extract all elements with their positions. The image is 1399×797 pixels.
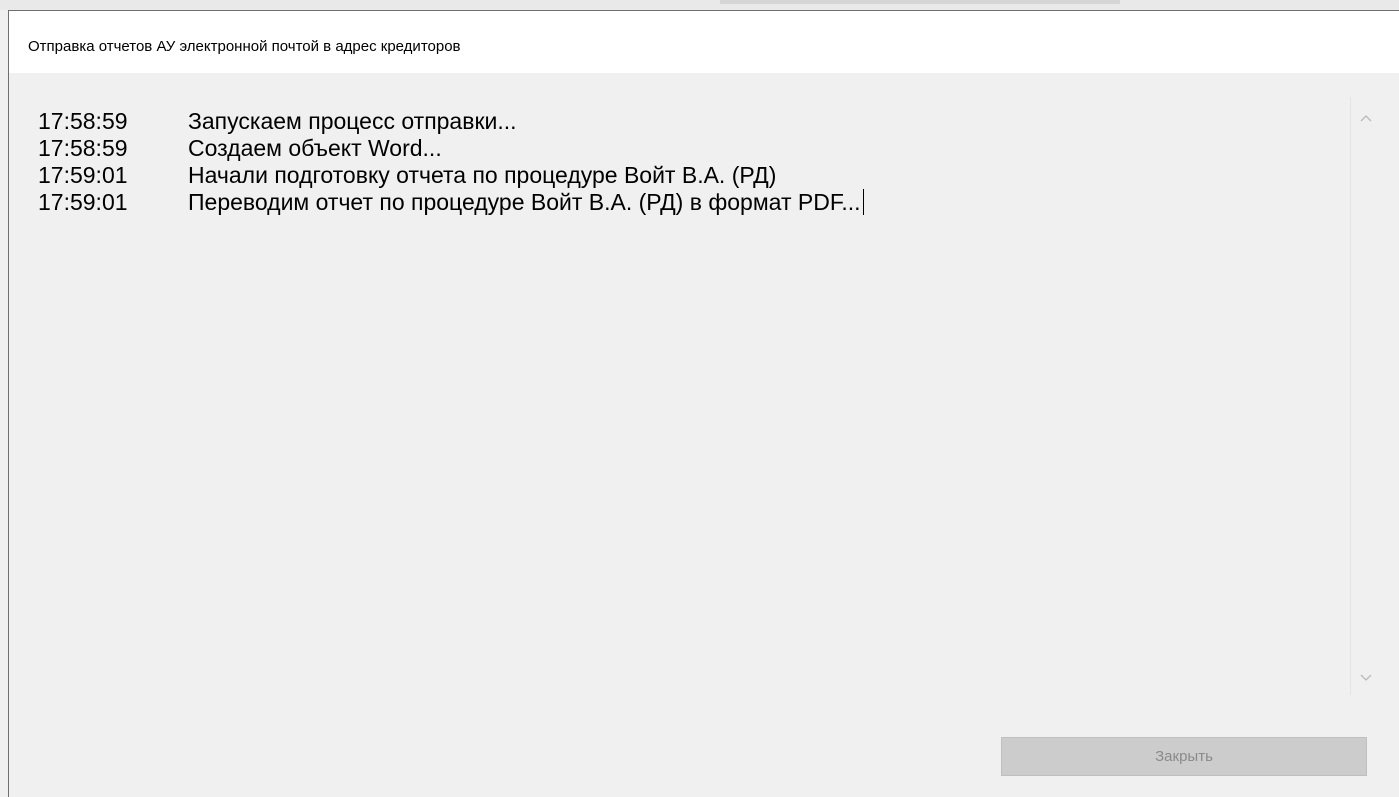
background-window-fragment (720, 0, 1120, 4)
log-textbox[interactable]: 17:58:59 Запускаем процесс отправки... 1… (9, 73, 1399, 723)
log-entry-message: Создаем объект Word... (188, 135, 442, 161)
background-window-strip (0, 0, 1399, 10)
log-entry-time: 17:59:01 (38, 189, 128, 215)
send-reports-dialog: Отправка отчетов АУ электронной почтой в… (8, 10, 1399, 797)
log-entry-time: 17:59:01 (38, 162, 128, 188)
vertical-scrollbar[interactable] (1350, 97, 1380, 695)
log-entry-time: 17:58:59 (38, 135, 128, 161)
dialog-title: Отправка отчетов АУ электронной почтой в… (28, 38, 461, 55)
chevron-down-icon[interactable] (1351, 667, 1380, 689)
log-lines: 17:58:59 Запускаем процесс отправки... 1… (38, 108, 864, 216)
log-entry-message: Запускаем процесс отправки... (188, 108, 517, 134)
log-entry-message: Переводим отчет по процедуре Войт В.А. (… (188, 189, 861, 215)
log-entry: 17:58:59 Запускаем процесс отправки... (38, 108, 864, 135)
text-caret (862, 189, 864, 215)
log-entry: 17:58:59 Создаем объект Word... (38, 135, 864, 162)
log-entry-time: 17:58:59 (38, 108, 128, 134)
close-button[interactable]: Закрыть (1001, 737, 1367, 776)
log-entry-message: Начали подготовку отчета по процедуре Во… (188, 162, 777, 188)
dialog-titlebar: Отправка отчетов АУ электронной почтой в… (9, 11, 1399, 73)
chevron-up-icon[interactable] (1351, 107, 1380, 129)
log-entry: 17:59:01 Начали подготовку отчета по про… (38, 162, 864, 189)
log-entry: 17:59:01 Переводим отчет по процедуре Во… (38, 189, 864, 216)
